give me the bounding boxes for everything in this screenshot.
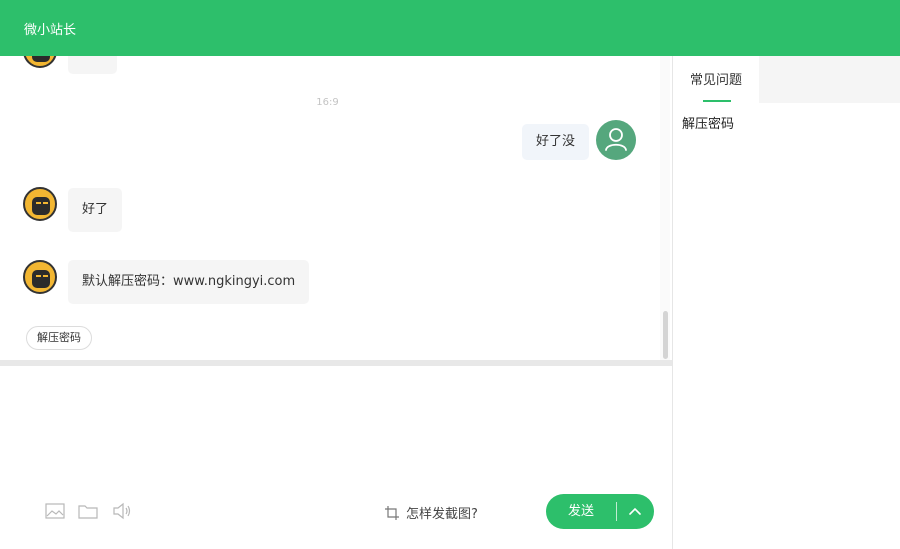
image-icon[interactable] — [44, 500, 66, 522]
send-button[interactable]: 发送 — [546, 494, 654, 529]
quick-reply-chip[interactable]: 解压密码 — [26, 326, 92, 350]
chat-scrollbar-thumb[interactable] — [663, 311, 668, 359]
message-input-area[interactable]: 怎样发截图? 发送 — [0, 366, 672, 549]
bot-avatar — [23, 187, 57, 221]
faq-panel: 常见问题 解压密码 — [673, 56, 900, 549]
send-button-label: 发送 — [567, 504, 594, 519]
user-icon — [605, 128, 627, 151]
bot-message-bubble: 好了 — [68, 188, 123, 232]
tab-faq[interactable]: 常见问题 — [673, 56, 759, 103]
folder-icon[interactable] — [77, 500, 99, 522]
message-bubble-partial — [68, 56, 117, 74]
bot-message-bubble: 默认解压密码：www.ngkingyi.com — [68, 260, 310, 304]
user-message-bubble: 好了没 — [521, 124, 589, 160]
bot-avatar — [23, 56, 57, 68]
crop-icon — [385, 505, 399, 520]
message-timestamp: 16:9 — [316, 97, 339, 108]
bot-avatar — [23, 260, 57, 294]
chevron-up-icon[interactable] — [628, 506, 642, 516]
screenshot-help-link[interactable]: 怎样发截图? — [384, 503, 478, 522]
chat-history: 16:9 好了没 好了 默认解压密码：www.ngkingyi.com 解压密码 — [0, 56, 672, 365]
app-title: 微小站长 — [24, 23, 77, 38]
app-header: 微小站长 — [0, 0, 900, 56]
tab-faq-label: 常见问题 — [689, 73, 742, 88]
active-tab-indicator — [703, 100, 731, 102]
speaker-icon[interactable] — [111, 500, 133, 522]
faq-tab-bar: 常见问题 — [673, 56, 900, 103]
faq-item[interactable]: 解压密码 — [682, 113, 734, 132]
send-button-separator — [616, 502, 617, 521]
user-avatar — [596, 120, 636, 160]
screenshot-help-label: 怎样发截图? — [406, 507, 478, 522]
